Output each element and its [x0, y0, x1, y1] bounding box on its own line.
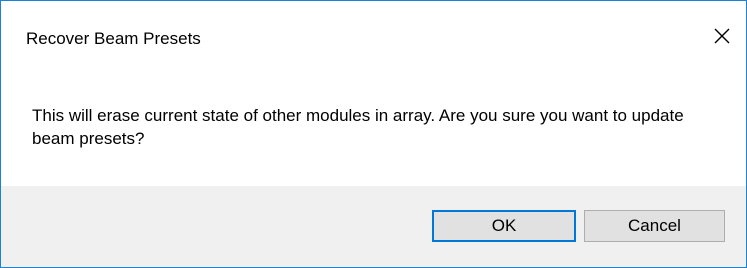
close-button[interactable]	[698, 15, 746, 57]
message-dialog: Recover Beam Presets This will erase cur…	[0, 0, 747, 268]
dialog-message: This will erase current state of other m…	[32, 106, 684, 148]
dialog-title: Recover Beam Presets	[26, 29, 201, 48]
button-bar: OK Cancel	[1, 186, 746, 267]
ok-button[interactable]: OK	[432, 210, 576, 242]
close-icon	[714, 28, 730, 44]
cancel-button[interactable]: Cancel	[584, 210, 725, 242]
title-bar[interactable]: Recover Beam Presets	[1, 1, 746, 73]
